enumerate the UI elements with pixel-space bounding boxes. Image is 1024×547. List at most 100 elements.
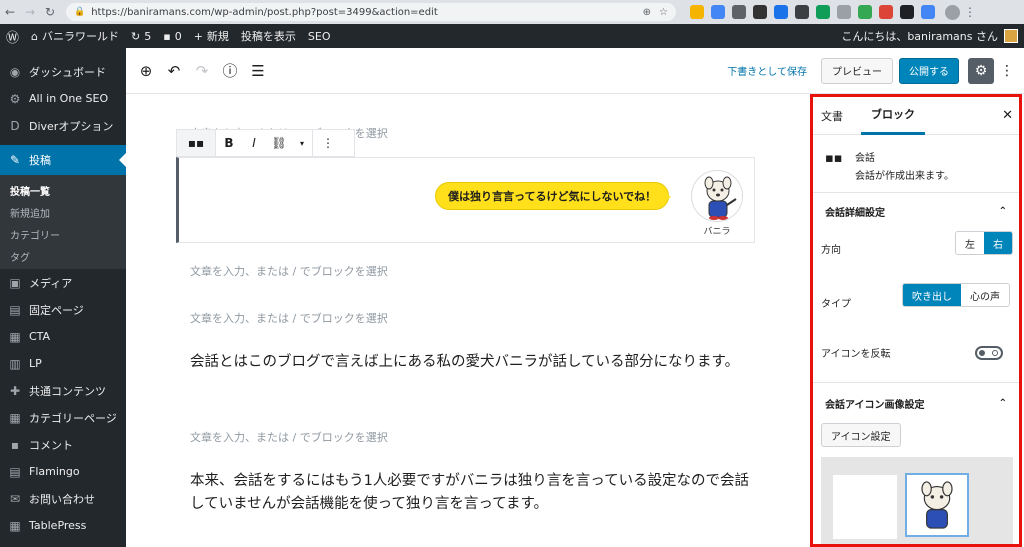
pin-icon: ✎ — [9, 153, 21, 167]
flip-toggle[interactable] — [975, 346, 1003, 360]
block-placeholder[interactable]: 文章を入力、または / でブロックを選択 — [190, 263, 388, 279]
flip-row: アイコンを反転 — [813, 333, 1019, 383]
sidebar-item-label: 投稿 — [29, 154, 51, 167]
panel-tabs: 文書 ブロック ✕ — [813, 97, 1019, 135]
sidebar-item-media[interactable]: ▣ メディア — [0, 269, 126, 296]
zoom-icon[interactable]: ⊕ — [643, 7, 651, 18]
sidebar-item-comments[interactable]: ▪ コメント — [0, 431, 126, 458]
block-placeholder[interactable]: 文章を入力、または / でブロックを選択 — [190, 310, 388, 326]
sidebar-item-pages[interactable]: ▤ 固定ページ — [0, 296, 126, 323]
paragraph-block[interactable]: 会話とはこのブログで言えば上にある私の愛犬バニラが話している部分になります。 — [190, 351, 750, 374]
direction-row: 方向 左 右 — [813, 229, 1019, 281]
extension-icon[interactable] — [879, 5, 893, 19]
sidebar-item-diver[interactable]: D Diverオプション — [0, 112, 126, 139]
bookmark-star-icon[interactable]: ☆ — [659, 7, 668, 18]
submenu-add-new[interactable]: 新規追加 — [0, 201, 126, 223]
italic-icon[interactable]: I — [242, 130, 266, 156]
sidebar-item-common[interactable]: ✚ 共通コンテンツ — [0, 377, 126, 404]
sidebar-item-lp[interactable]: ▥ LP — [0, 350, 126, 377]
updates-icon: ↻ — [131, 29, 141, 43]
sidebar-item-contact[interactable]: ✉ お問い合わせ — [0, 485, 126, 512]
browser-menu-icon[interactable]: ⋮ — [960, 2, 980, 22]
editor-content: 文章を入力、または / でブロックを選択 ▪▪ B I ⛓ ▾ ⋮ 僕は独り言言… — [126, 95, 810, 547]
add-block-icon[interactable]: ⊕ — [132, 57, 160, 85]
submenu-tags[interactable]: タグ — [0, 245, 126, 267]
more-menu-icon[interactable]: ⋮ — [998, 63, 1016, 79]
undo-icon[interactable]: ↶ — [160, 57, 188, 85]
info-icon[interactable]: ⓘ — [216, 57, 244, 85]
speech-bubble[interactable]: 僕は独り言言ってるけど気にしないでね！ — [435, 182, 672, 210]
sidebar-item-label: カテゴリーページ — [29, 411, 117, 425]
site-name-link[interactable]: ⌂ バニラワールド — [31, 28, 119, 44]
tab-block[interactable]: ブロック — [861, 97, 925, 135]
extension-icon[interactable] — [900, 5, 914, 19]
type-bubble-button[interactable]: 吹き出し — [903, 284, 961, 306]
back-icon[interactable]: ← — [0, 2, 20, 22]
type-thought-button[interactable]: 心の声 — [961, 284, 1009, 306]
section-detail-header[interactable]: 会話詳細設定 ⌃ — [813, 193, 1019, 229]
save-draft-link[interactable]: 下書きとして保存 — [727, 63, 807, 78]
new-content-link[interactable]: + 新規 — [194, 28, 229, 44]
table-icon: ▦ — [9, 518, 21, 533]
mail-icon: ✉ — [9, 491, 21, 506]
block-settings-panel: 文書 ブロック ✕ ▪▪ 会話 会話が作成出来ます。 会話詳細設定 ⌃ 方向 左… — [810, 94, 1022, 547]
extension-icon[interactable] — [816, 5, 830, 19]
wp-logo-icon[interactable]: Ⓦ — [6, 27, 19, 46]
extension-icon[interactable] — [690, 5, 704, 19]
admin-sidebar: ◉ ダッシュボード ⚙ All in One SEO D Diverオプション ✎ 投稿… — [0, 48, 126, 547]
settings-gear-icon[interactable]: ⚙ — [968, 57, 994, 84]
address-bar[interactable]: 🔒 https://baniramans.com/wp-admin/post.p… — [66, 3, 676, 21]
sidebar-item-dashboard[interactable]: ◉ ダッシュボード — [0, 58, 126, 85]
type-toggle: 吹き出し 心の声 — [902, 283, 1010, 307]
section-title: 会話詳細設定 — [825, 207, 885, 219]
section-icon-header[interactable]: 会話アイコン画像設定 ⌃ — [813, 383, 1019, 423]
forward-icon[interactable]: → — [20, 2, 40, 22]
close-icon[interactable]: ✕ — [1002, 108, 1013, 123]
comments-link[interactable]: ▪ 0 — [163, 30, 181, 43]
reload-icon[interactable]: ↻ — [40, 2, 60, 22]
redo-icon[interactable]: ↷ — [188, 57, 216, 85]
extension-icon[interactable] — [858, 5, 872, 19]
extension-icon[interactable] — [837, 5, 851, 19]
icon-setting-button[interactable]: アイコン設定 — [821, 423, 901, 447]
publish-button[interactable]: 公開する — [899, 57, 959, 84]
extension-icon[interactable] — [921, 5, 935, 19]
submenu-all-posts[interactable]: 投稿一覧 — [0, 179, 126, 201]
sidebar-item-category-page[interactable]: ▦ カテゴリーページ — [0, 404, 126, 431]
sidebar-item-seo[interactable]: ⚙ All in One SEO — [0, 85, 126, 112]
my-account[interactable]: こんにちは、baniramans さん — [841, 28, 1018, 44]
sidebar-item-posts[interactable]: ✎ 投稿 — [0, 145, 126, 175]
updates-link[interactable]: ↻ 5 — [131, 30, 151, 43]
block-more-icon[interactable]: ⋮ — [313, 130, 343, 156]
block-placeholder[interactable]: 文章を入力、または / でブロックを選択 — [190, 429, 388, 445]
preview-button[interactable]: プレビュー — [821, 57, 893, 84]
bold-icon[interactable]: B — [216, 130, 242, 156]
paragraph-block[interactable]: 本来、会話をするにはもう1人必要ですがバニラは独り言を言っている設定なので会話し… — [190, 470, 750, 516]
sidebar-item-cta[interactable]: ▦ CTA — [0, 323, 126, 350]
sidebar-item-tablepress[interactable]: ▦ TablePress — [0, 512, 126, 539]
direction-left-button[interactable]: 左 — [956, 232, 984, 254]
direction-right-button[interactable]: 右 — [984, 232, 1012, 254]
conversation-block-icon[interactable]: ▪▪ — [177, 130, 215, 156]
link-icon[interactable]: ⛓ — [266, 130, 292, 156]
user-avatar — [1004, 29, 1018, 43]
tab-document[interactable]: 文書 — [813, 97, 851, 135]
extension-icon[interactable] — [795, 5, 809, 19]
sidebar-item-label: CTA — [29, 330, 51, 343]
submenu-categories[interactable]: カテゴリー — [0, 223, 126, 245]
chevron-down-icon[interactable]: ▾ — [292, 130, 312, 156]
outline-icon[interactable]: ☰ — [244, 57, 272, 85]
extension-icon[interactable] — [774, 5, 788, 19]
extension-icon[interactable] — [732, 5, 746, 19]
view-post-link[interactable]: 投稿を表示 — [241, 28, 296, 44]
conversation-block[interactable]: 僕は独り言言ってるけど気にしないでね！ バニラ — [176, 157, 755, 243]
icon-gallery — [813, 457, 1019, 544]
sidebar-item-label: お問い合わせ — [29, 492, 95, 506]
thumbnail-blank[interactable] — [833, 475, 897, 539]
profile-avatar[interactable] — [945, 4, 960, 20]
sidebar-item-flamingo[interactable]: ▤ Flamingo — [0, 458, 126, 485]
seo-link[interactable]: SEO — [308, 30, 331, 43]
extension-icon[interactable] — [711, 5, 725, 19]
thumbnail-dog-icon[interactable] — [905, 473, 969, 537]
extension-icon[interactable] — [753, 5, 767, 19]
